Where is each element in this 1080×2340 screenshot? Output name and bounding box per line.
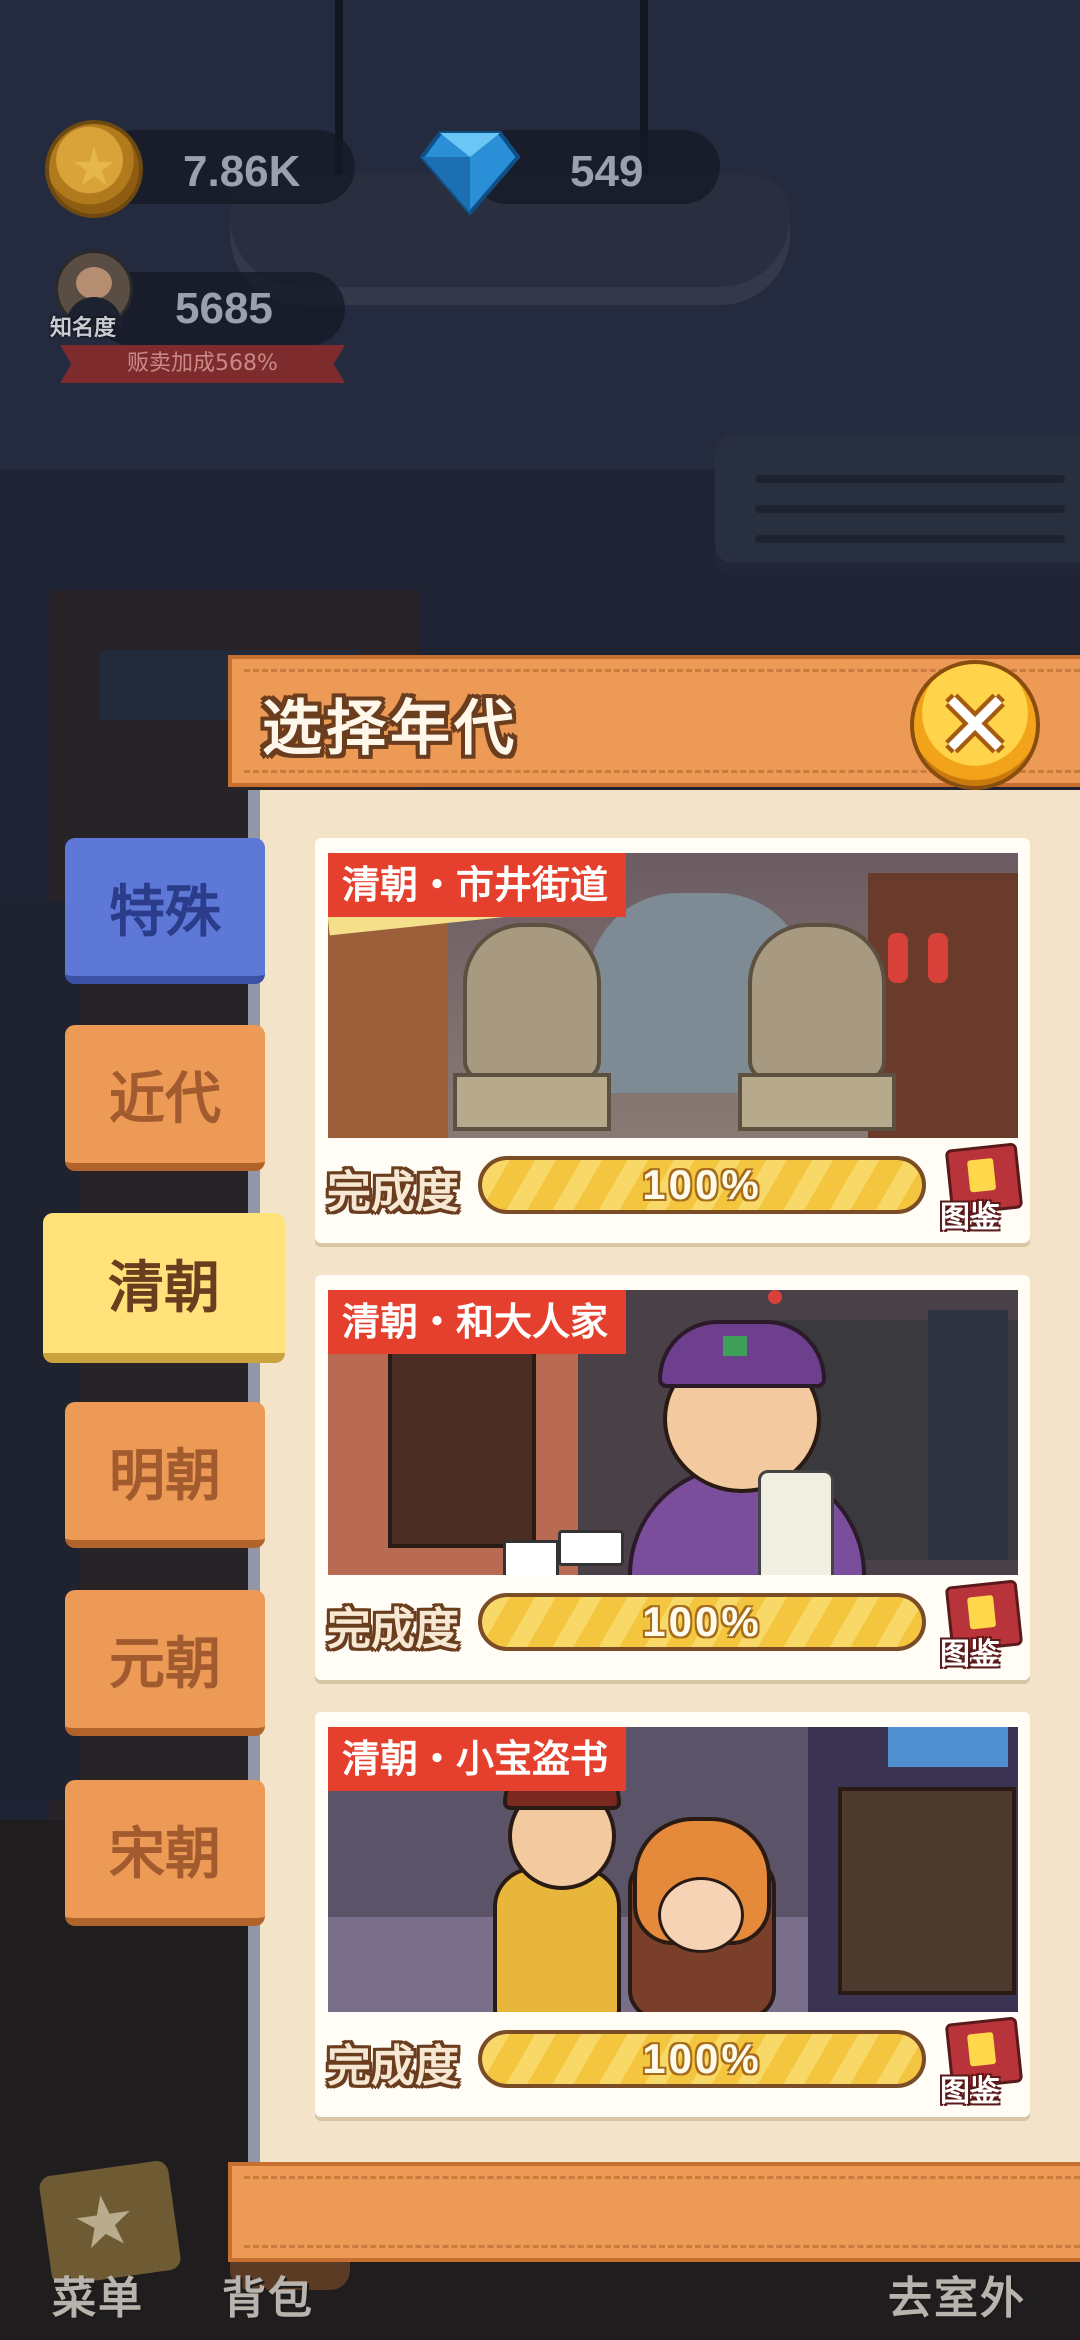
close-icon: ✕: [936, 672, 1014, 779]
level-title-tag: 清朝・和大人家: [328, 1290, 627, 1354]
level-card[interactable]: 清朝・小宝盗书 完成度 100% 图鉴: [315, 1712, 1030, 2117]
bag-button[interactable]: 背包: [222, 2262, 314, 2326]
gem-value: 549: [570, 147, 644, 196]
tab-modern[interactable]: 近代: [65, 1025, 265, 1171]
catalog-label: 图鉴: [940, 1637, 1000, 1672]
tab-song-dynasty[interactable]: 宋朝: [65, 1780, 265, 1926]
panel-title: 选择年代: [262, 694, 518, 764]
tab-yuan-dynasty[interactable]: 元朝: [65, 1590, 265, 1736]
fame-value: 5685: [175, 284, 273, 333]
level-title-tag: 清朝・市井街道: [328, 853, 627, 917]
level-card[interactable]: 清朝・和大人家 完成度 100% 图鉴: [315, 1275, 1030, 1680]
completion-progress-bar: 100%: [478, 2030, 926, 2088]
level-thumbnail-street: 清朝・市井街道: [328, 853, 1018, 1138]
diamond-icon: [420, 131, 520, 215]
close-button[interactable]: ✕: [910, 660, 1040, 790]
completion-percent: 100%: [642, 1161, 762, 1208]
level-thumbnail-he-residence: 清朝・和大人家: [328, 1290, 1018, 1575]
completion-label: 完成度: [327, 2041, 459, 2092]
completion-progress-bar: 100%: [478, 1156, 926, 1214]
catalog-button[interactable]: 图鉴: [938, 2014, 1024, 2109]
completion-percent: 100%: [642, 1598, 762, 1645]
completion-percent: 100%: [642, 2035, 762, 2082]
coin-value: 7.86K: [183, 147, 301, 196]
level-card[interactable]: 清朝・市井街道 完成度 100% 图鉴: [315, 838, 1030, 1243]
completion-label: 完成度: [327, 1167, 459, 1218]
go-outside-button[interactable]: 去室外: [888, 2262, 1026, 2326]
tab-ming-dynasty[interactable]: 明朝: [65, 1402, 265, 1548]
coin-icon: ★: [45, 120, 143, 218]
tab-special[interactable]: 特殊: [65, 838, 265, 984]
catalog-button[interactable]: 图鉴: [938, 1140, 1024, 1235]
catalog-label: 图鉴: [940, 2074, 1000, 2109]
level-title-tag: 清朝・小宝盗书: [328, 1727, 627, 1791]
era-panel-footer: [228, 2162, 1080, 2262]
fame-label: 知名度: [50, 316, 117, 341]
sell-bonus-ribbon: 贩卖加成568%: [60, 345, 345, 383]
completion-label: 完成度: [327, 1604, 459, 1655]
catalog-label: 图鉴: [940, 1200, 1000, 1235]
level-thumbnail-xiaobao-steals-book: 清朝・小宝盗书: [328, 1727, 1018, 2012]
completion-progress-bar: 100%: [478, 1593, 926, 1651]
tab-qing-dynasty[interactable]: 清朝: [43, 1213, 285, 1363]
menu-button[interactable]: 菜单: [52, 2262, 144, 2326]
catalog-button[interactable]: 图鉴: [938, 1577, 1024, 1672]
